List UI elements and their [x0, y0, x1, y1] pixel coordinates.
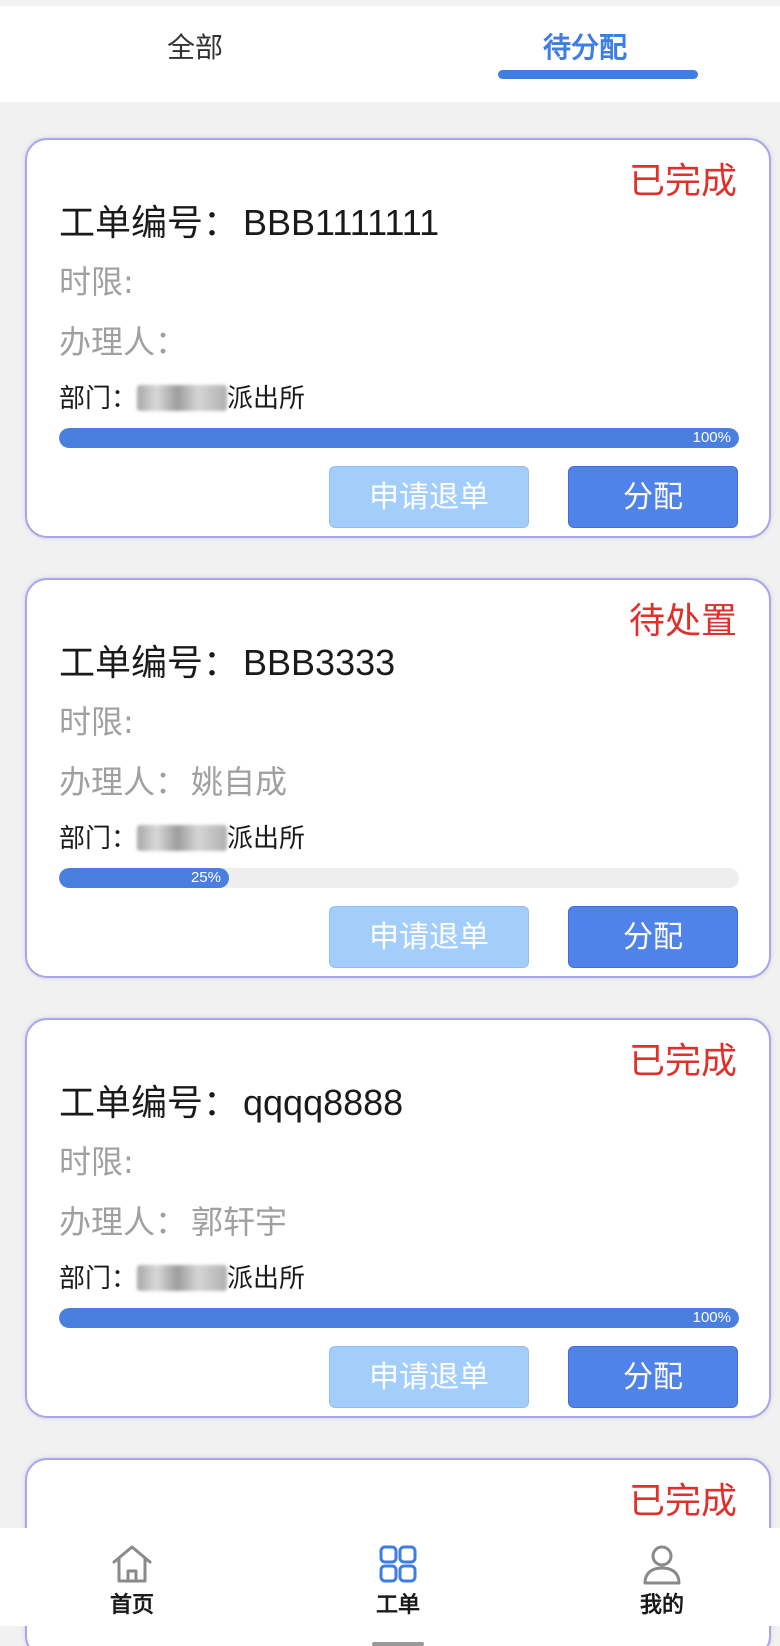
progress-fill: 100% [59, 1308, 739, 1328]
progress-bar: 100% [59, 428, 739, 448]
nav-work-orders-label: 工单 [375, 1593, 420, 1618]
grid-icon [379, 1545, 417, 1583]
order-number-label: 工单编号： [59, 203, 240, 244]
handler-label: 办理人： [59, 763, 188, 801]
department-label: 部门： [59, 824, 138, 854]
time-limit-row: 时限: [59, 700, 134, 744]
order-number-row: 工单编号： BBB1111111 [59, 198, 439, 249]
progress-bar: 25% [59, 868, 739, 888]
order-number-label: 工单编号： [59, 1083, 240, 1124]
time-limit-row: 时限: [59, 1140, 134, 1184]
handler-row: 办理人： [59, 320, 191, 364]
department-label: 部门： [59, 1264, 138, 1294]
order-number-row: 工单编号： BBB3333 [59, 638, 395, 689]
active-tab-indicator [498, 70, 698, 79]
request-return-button[interactable]: 申请退单 [329, 1346, 529, 1408]
progress-fill: 100% [59, 428, 739, 448]
status-badge: 已完成 [628, 161, 737, 202]
work-order-card[interactable]: 已完成 工单编号： BBB1111111 时限: 办理人： 部门： 派出所 100%… [25, 138, 771, 538]
time-limit-label: 时限: [59, 1143, 134, 1181]
order-number-value: BBB3333 [243, 642, 396, 683]
assign-button[interactable]: 分配 [568, 906, 738, 968]
work-order-card[interactable]: 已完成 工单编号： qqqq8888 时限: 办理人： 郭轩宇 部门： 派出所 100… [25, 1018, 771, 1418]
handler-label: 办理人： [59, 1203, 188, 1241]
handler-value: 郭轩宇 [191, 1203, 288, 1241]
progress-text: 25% [190, 869, 221, 886]
handler-label: 办理人： [59, 323, 188, 361]
tab-pending-assign[interactable]: 待分配 [390, 6, 780, 102]
nav-mine[interactable]: 我的 [532, 1528, 780, 1626]
order-number-row: 工单编号： qqqq8888 [59, 1078, 403, 1129]
status-badge: 待处置 [628, 601, 737, 642]
nav-work-orders[interactable]: 工单 [268, 1528, 528, 1626]
assign-button[interactable]: 分配 [568, 466, 738, 528]
department-suffix: 派出所 [227, 1264, 306, 1294]
redacted-text [137, 825, 228, 851]
request-return-button[interactable]: 申请退单 [329, 466, 529, 528]
request-return-button[interactable]: 申请退单 [329, 906, 529, 968]
time-limit-row: 时限: [59, 260, 134, 304]
work-order-card[interactable]: 待处置 工单编号： BBB3333 时限: 办理人： 姚自成 部门： 派出所 25% … [25, 578, 771, 978]
nav-home[interactable]: 首页 [2, 1528, 262, 1626]
department-suffix: 派出所 [227, 824, 306, 854]
user-icon [643, 1545, 681, 1585]
tab-pending-assign-label: 待分配 [542, 31, 627, 64]
progress-bar: 100% [59, 1308, 739, 1328]
assign-button[interactable]: 分配 [568, 1346, 738, 1408]
handler-row: 办理人： 郭轩宇 [59, 1200, 287, 1244]
progress-fill: 25% [59, 868, 229, 888]
handler-row: 办理人： 姚自成 [59, 760, 287, 804]
order-number-value: qqqq8888 [243, 1082, 404, 1123]
nav-home-label: 首页 [109, 1593, 154, 1618]
top-tab-bar: 全部 待分配 [0, 6, 780, 102]
home-indicator [372, 1642, 424, 1646]
handler-value: 姚自成 [191, 763, 288, 801]
department-row: 部门： 派出所 [59, 380, 305, 418]
progress-text: 100% [692, 429, 731, 446]
status-badge: 已完成 [628, 1481, 737, 1522]
department-label: 部门： [59, 384, 138, 414]
time-limit-label: 时限: [59, 263, 134, 301]
page: 全部 待分配 已完成 工单编号： BBB1111111 时限: 办理人： 部门：派… [0, 0, 780, 1646]
home-icon [112, 1545, 152, 1583]
nav-mine-label: 我的 [639, 1593, 684, 1618]
progress-text: 100% [692, 1309, 731, 1326]
department-row: 部门： 派出所 [59, 1260, 305, 1298]
department-suffix: 派出所 [227, 384, 306, 414]
redacted-text [137, 1265, 228, 1291]
status-badge: 已完成 [628, 1041, 737, 1082]
department-row: 部门： 派出所 [59, 820, 305, 858]
order-number-label: 工单编号： [59, 643, 240, 684]
tab-all[interactable]: 全部 [0, 6, 390, 102]
time-limit-label: 时限: [59, 703, 134, 741]
redacted-text [137, 385, 228, 411]
order-number-value: BBB1111111 [243, 202, 440, 243]
bottom-nav: 首页 工单 我的 [0, 1528, 780, 1626]
tab-all-label: 全部 [166, 31, 223, 64]
